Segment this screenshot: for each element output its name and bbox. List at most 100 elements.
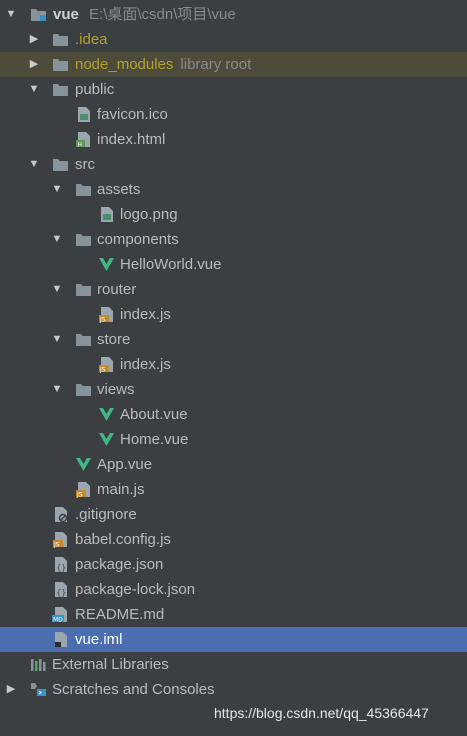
module-folder-icon: [30, 6, 47, 23]
tree-label-store-index: index.js: [120, 356, 171, 373]
folder-icon: [52, 56, 69, 73]
tree-label-public-index: index.html: [97, 131, 166, 148]
tree-row-vue-iml[interactable]: vue.iml: [0, 627, 467, 652]
iml-file-icon: [52, 631, 69, 648]
html-file-icon: H: [75, 131, 92, 149]
tree-row-idea[interactable]: ▶ .idea: [0, 27, 467, 52]
chevron-down-icon[interactable]: ▼: [28, 77, 40, 102]
tree-row-about[interactable]: About.vue: [0, 402, 467, 427]
chevron-down-icon[interactable]: ▼: [51, 327, 63, 352]
tree-row-public[interactable]: ▼ public: [0, 77, 467, 102]
tree-label-components: components: [97, 231, 179, 248]
tree-row-store[interactable]: ▼ store: [0, 327, 467, 352]
vue-file-icon: [98, 256, 115, 273]
tree-label-package: package.json: [75, 556, 164, 573]
js-file-icon: JS: [98, 306, 115, 324]
svg-text:H: H: [78, 142, 83, 149]
tree-label-router-index: index.js: [120, 306, 171, 323]
tree-label-public: public: [75, 81, 115, 98]
tree-row-components[interactable]: ▼ components: [0, 227, 467, 252]
js-file-icon: JS: [98, 356, 115, 374]
tree-label-views: views: [97, 381, 135, 398]
vue-file-icon: [98, 431, 115, 448]
tree-row-readme[interactable]: MD README.md: [0, 602, 467, 627]
tree-label-about: About.vue: [120, 406, 188, 423]
library-root-hint: library root: [180, 56, 252, 73]
tree-row-helloworld[interactable]: HelloWorld.vue: [0, 252, 467, 277]
tree-label-helloworld: HelloWorld.vue: [120, 256, 222, 273]
js-file-icon: JS: [52, 531, 69, 549]
tree-row-scratches[interactable]: ▶ Scratches and Consoles: [0, 677, 467, 702]
folder-icon: [52, 81, 69, 98]
tree-label-logo: logo.png: [120, 206, 178, 223]
tree-label-gitignore: .gitignore: [75, 506, 137, 523]
tree-row-public-index[interactable]: H index.html: [0, 127, 467, 152]
tree-label-babel: babel.config.js: [75, 531, 171, 548]
tree-row-external-libraries[interactable]: External Libraries: [0, 652, 467, 677]
tree-row-vue-root[interactable]: ▼ vue E:\桌面\csdn\项目\vue: [0, 2, 467, 27]
tree-label-favicon: favicon.ico: [97, 106, 168, 123]
chevron-right-icon[interactable]: ▶: [28, 52, 40, 77]
scratches-icon: [30, 681, 47, 698]
tree-row-package[interactable]: {} package.json: [0, 552, 467, 577]
chevron-down-icon[interactable]: ▼: [5, 2, 17, 27]
tree-row-src[interactable]: ▼ src: [0, 152, 467, 177]
tree-label-package-lock: package-lock.json: [75, 581, 196, 598]
chevron-down-icon[interactable]: ▼: [51, 277, 63, 302]
tree-label-assets: assets: [97, 181, 141, 198]
tree-row-home[interactable]: Home.vue: [0, 427, 467, 452]
tree-row-package-lock[interactable]: {} package-lock.json: [0, 577, 467, 602]
chevron-right-icon[interactable]: ▶: [28, 27, 40, 52]
tree-row-store-index[interactable]: JS index.js: [0, 352, 467, 377]
tree-row-node-modules[interactable]: ▶ node_modules library root: [0, 52, 467, 77]
chevron-right-icon[interactable]: ▶: [5, 677, 17, 702]
tree-row-router-index[interactable]: JS index.js: [0, 302, 467, 327]
tree-label-scratches: Scratches and Consoles: [52, 681, 215, 698]
tree-row-babel[interactable]: JS babel.config.js: [0, 527, 467, 552]
chevron-down-icon[interactable]: ▼: [51, 377, 63, 402]
tree-label-src: src: [75, 156, 95, 173]
image-file-icon: [75, 106, 92, 123]
tree-label-node-modules: node_modules: [75, 56, 174, 73]
project-name: vue: [53, 6, 79, 23]
vue-file-icon: [98, 406, 115, 423]
tree-row-logo[interactable]: logo.png: [0, 202, 467, 227]
folder-icon: [75, 381, 92, 398]
svg-text:JS: JS: [99, 317, 106, 324]
tree-row-views[interactable]: ▼ views: [0, 377, 467, 402]
js-file-icon: JS: [75, 481, 92, 499]
tree-label-vue-iml: vue.iml: [75, 631, 123, 648]
json-file-icon: {}: [52, 581, 69, 598]
tree-label-external-libraries: External Libraries: [52, 656, 169, 673]
svg-text:JS: JS: [99, 367, 106, 374]
json-file-icon: {}: [52, 556, 69, 573]
tree-row-app[interactable]: App.vue: [0, 452, 467, 477]
tree-row-main[interactable]: JS main.js: [0, 477, 467, 502]
tree-row-router[interactable]: ▼ router: [0, 277, 467, 302]
vue-file-icon: [75, 456, 92, 473]
tree-row-favicon[interactable]: favicon.ico: [0, 102, 467, 127]
project-tree: ▼ vue E:\桌面\csdn\项目\vue ▶ .idea ▶ node_m…: [0, 2, 467, 702]
svg-text:JS: JS: [53, 542, 60, 549]
svg-text:MD: MD: [53, 617, 63, 624]
chevron-down-icon[interactable]: ▼: [51, 227, 63, 252]
libraries-icon: [30, 656, 47, 673]
chevron-down-icon[interactable]: ▼: [28, 152, 40, 177]
folder-icon: [52, 156, 69, 173]
ignore-file-icon: [52, 506, 69, 523]
tree-label-home: Home.vue: [120, 431, 189, 448]
tree-row-gitignore[interactable]: .gitignore: [0, 502, 467, 527]
folder-icon: [52, 31, 69, 48]
tree-row-assets[interactable]: ▼ assets: [0, 177, 467, 202]
folder-icon: [75, 281, 92, 298]
folder-icon: [75, 181, 92, 198]
tree-label-main: main.js: [97, 481, 145, 498]
image-file-icon: [98, 206, 115, 223]
svg-text:{}: {}: [57, 588, 67, 597]
chevron-down-icon[interactable]: ▼: [51, 177, 63, 202]
project-path: E:\桌面\csdn\项目\vue: [89, 6, 236, 23]
tree-label-idea: .idea: [75, 31, 108, 48]
folder-icon: [75, 231, 92, 248]
markdown-file-icon: MD: [52, 606, 69, 624]
tree-label-app: App.vue: [97, 456, 153, 473]
